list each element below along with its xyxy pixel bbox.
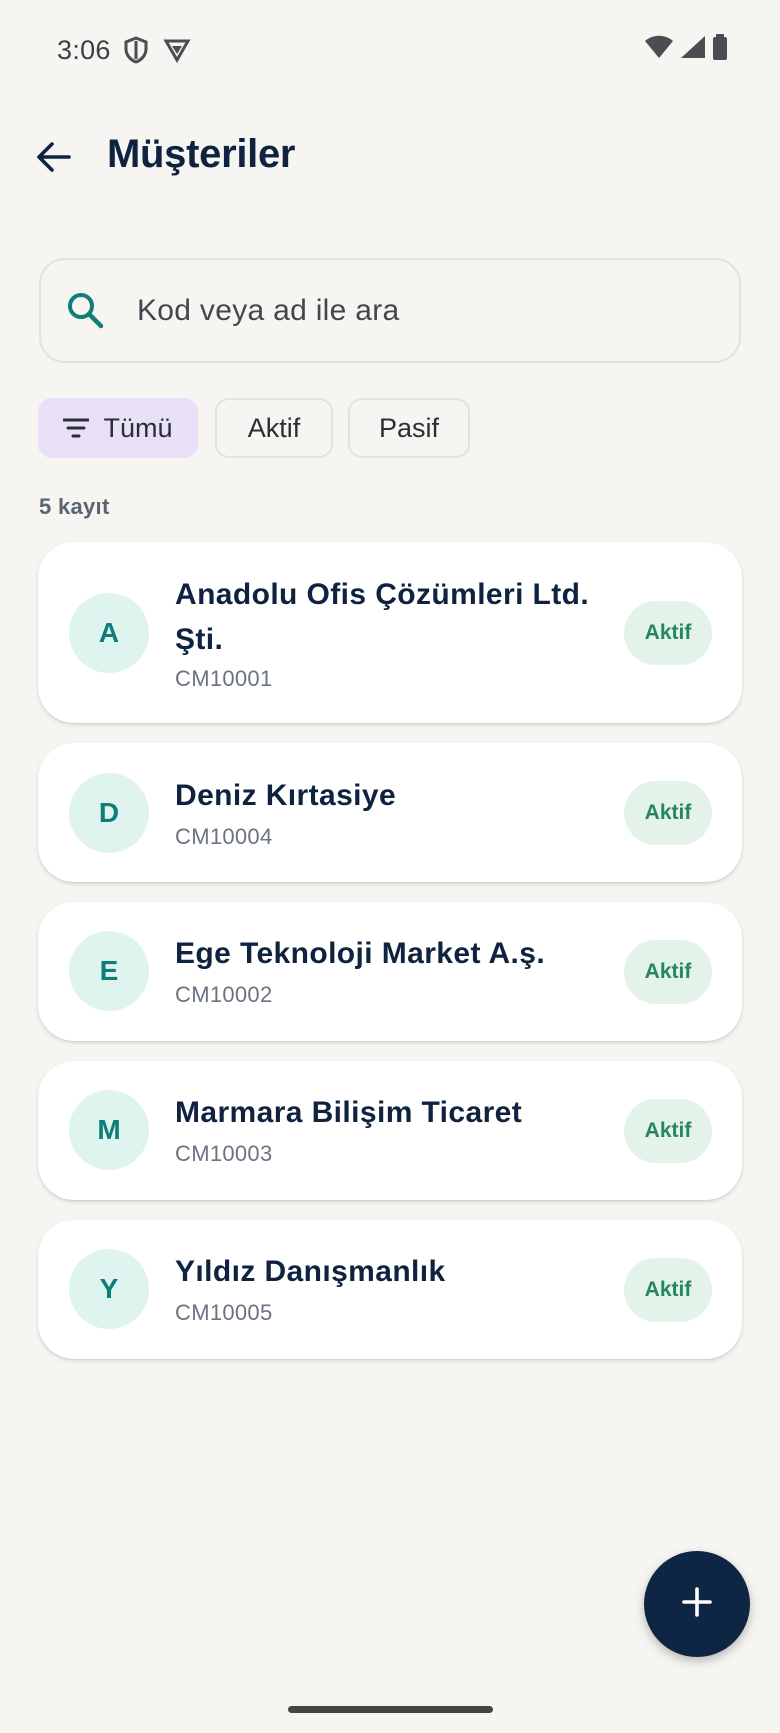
customer-code: CM10002 [175, 982, 273, 1007]
chip-active[interactable]: Aktif [215, 398, 333, 458]
add-customer-button[interactable] [644, 1551, 750, 1657]
customer-name: Deniz Kırtasiye [175, 779, 397, 812]
chip-passive-label: Pasif [378, 412, 440, 443]
customer-name: Ege Teknoloji Market A.ş. [175, 937, 546, 970]
search-icon [65, 290, 109, 334]
filter-icon [63, 418, 90, 438]
status-badge: Aktif [624, 601, 712, 665]
signal-icon [680, 35, 706, 64]
status-badge: Aktif [624, 1099, 712, 1163]
customer-code: CM10001 [175, 666, 273, 691]
customer-name: Yıldız Danışmanlık [175, 1255, 446, 1288]
app-bar: Müşteriler [0, 120, 780, 196]
customer-card[interactable]: E Ege Teknoloji Market A.ş. CM10002 Akti… [38, 902, 742, 1041]
avatar: D [69, 773, 149, 853]
status-badge: Aktif [624, 1258, 712, 1322]
customer-name: Marmara Bilişim Ticaret [175, 1096, 523, 1129]
customer-card[interactable]: A Anadolu Ofis Çözümleri Ltd. Şti. CM100… [38, 542, 742, 723]
status-time: 3:06 [57, 34, 111, 65]
customer-code: CM10004 [175, 824, 273, 849]
chip-all-label: Tümü [103, 412, 173, 443]
add-icon [681, 1586, 713, 1623]
search-input[interactable] [137, 260, 717, 361]
customer-code: CM10003 [175, 1141, 273, 1166]
chip-all[interactable]: Tümü [38, 398, 198, 458]
chip-active-label: Aktif [247, 412, 301, 443]
search-box[interactable] [39, 258, 741, 363]
status-right-icons [644, 34, 728, 65]
avatar: M [69, 1090, 149, 1170]
shield-icon [123, 36, 149, 64]
avatar: Y [69, 1249, 149, 1329]
battery-icon [712, 34, 728, 65]
back-button[interactable] [30, 136, 76, 182]
home-indicator[interactable] [288, 1706, 493, 1713]
avatar: E [69, 931, 149, 1011]
customer-name: Anadolu Ofis Çözümleri Ltd. Şti. [175, 578, 590, 656]
record-count: 5 kayıt [39, 494, 110, 519]
status-bar: 3:06 [0, 0, 780, 100]
chip-passive[interactable]: Pasif [348, 398, 470, 458]
vpn-icon [163, 37, 191, 63]
customer-card[interactable]: M Marmara Bilişim Ticaret CM10003 Aktif [38, 1061, 742, 1200]
wifi-icon [644, 35, 674, 64]
customer-card[interactable]: Y Yıldız Danışmanlık CM10005 Aktif [38, 1220, 742, 1359]
status-badge: Aktif [624, 781, 712, 845]
customer-card[interactable]: D Deniz Kırtasiye CM10004 Aktif [38, 743, 742, 882]
avatar: A [69, 593, 149, 673]
arrow-back-icon [35, 141, 71, 178]
customer-code: CM10005 [175, 1300, 273, 1325]
page-title: Müşteriler [107, 132, 296, 176]
status-badge: Aktif [624, 940, 712, 1004]
